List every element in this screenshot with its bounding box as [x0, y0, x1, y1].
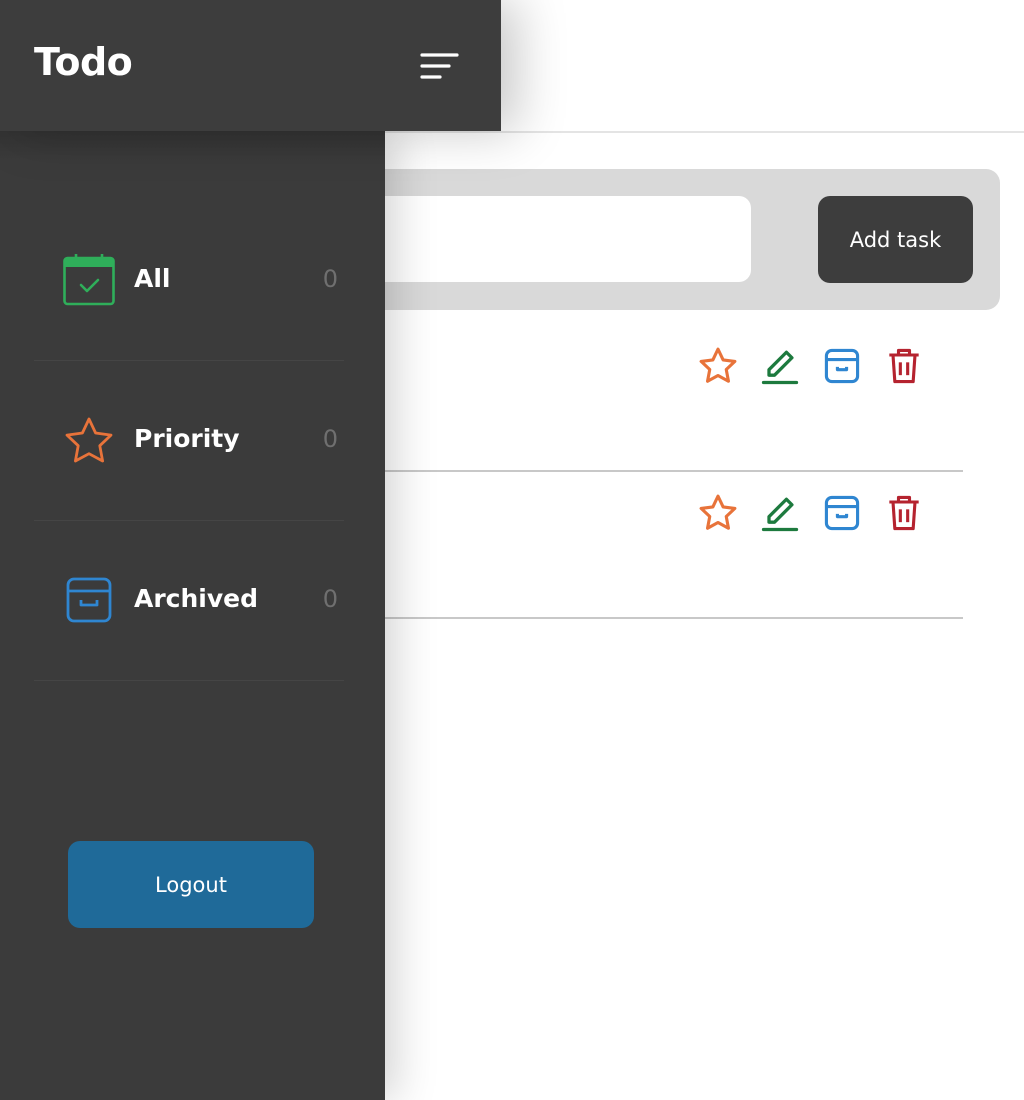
task-row	[300, 473, 963, 619]
task-separator	[300, 470, 963, 472]
trash-icon[interactable]	[882, 491, 926, 535]
app-title: Todo	[34, 40, 133, 84]
sidebar-item-all[interactable]: All 0	[34, 201, 344, 361]
app-header: Todo	[0, 0, 501, 131]
task-separator	[300, 617, 963, 619]
archive-icon[interactable]	[820, 491, 864, 535]
edit-icon[interactable]	[758, 491, 802, 535]
archive-icon[interactable]	[820, 344, 864, 388]
sidebar-item-count: 0	[322, 425, 338, 453]
sidebar-divider	[34, 680, 344, 681]
sidebar-item-archived[interactable]: Archived 0	[34, 521, 344, 681]
sidebar-item-priority[interactable]: Priority 0	[34, 361, 344, 521]
edit-icon[interactable]	[758, 344, 802, 388]
menu-lines-icon[interactable]	[414, 46, 460, 86]
sidebar-item-label: Archived	[134, 584, 259, 613]
sidebar-shadow	[0, 131, 385, 161]
sidebar: All 0 Priority 0 Archived 0 Logout	[0, 131, 385, 1100]
star-icon	[65, 417, 113, 463]
sidebar-item-count: 0	[322, 265, 338, 293]
trash-icon[interactable]	[882, 344, 926, 388]
archive-box-icon	[66, 577, 112, 623]
add-task-button[interactable]: Add task	[818, 196, 973, 283]
sidebar-item-label: Priority	[134, 424, 240, 453]
logout-button[interactable]: Logout	[68, 841, 314, 928]
calendar-check-icon	[63, 254, 115, 306]
sidebar-item-count: 0	[322, 585, 338, 613]
add-task-bar: Add task	[300, 169, 1000, 310]
star-icon[interactable]	[696, 344, 740, 388]
sidebar-item-label: All	[134, 264, 171, 293]
star-icon[interactable]	[696, 491, 740, 535]
task-row	[300, 326, 963, 472]
task-input[interactable]	[340, 196, 751, 282]
